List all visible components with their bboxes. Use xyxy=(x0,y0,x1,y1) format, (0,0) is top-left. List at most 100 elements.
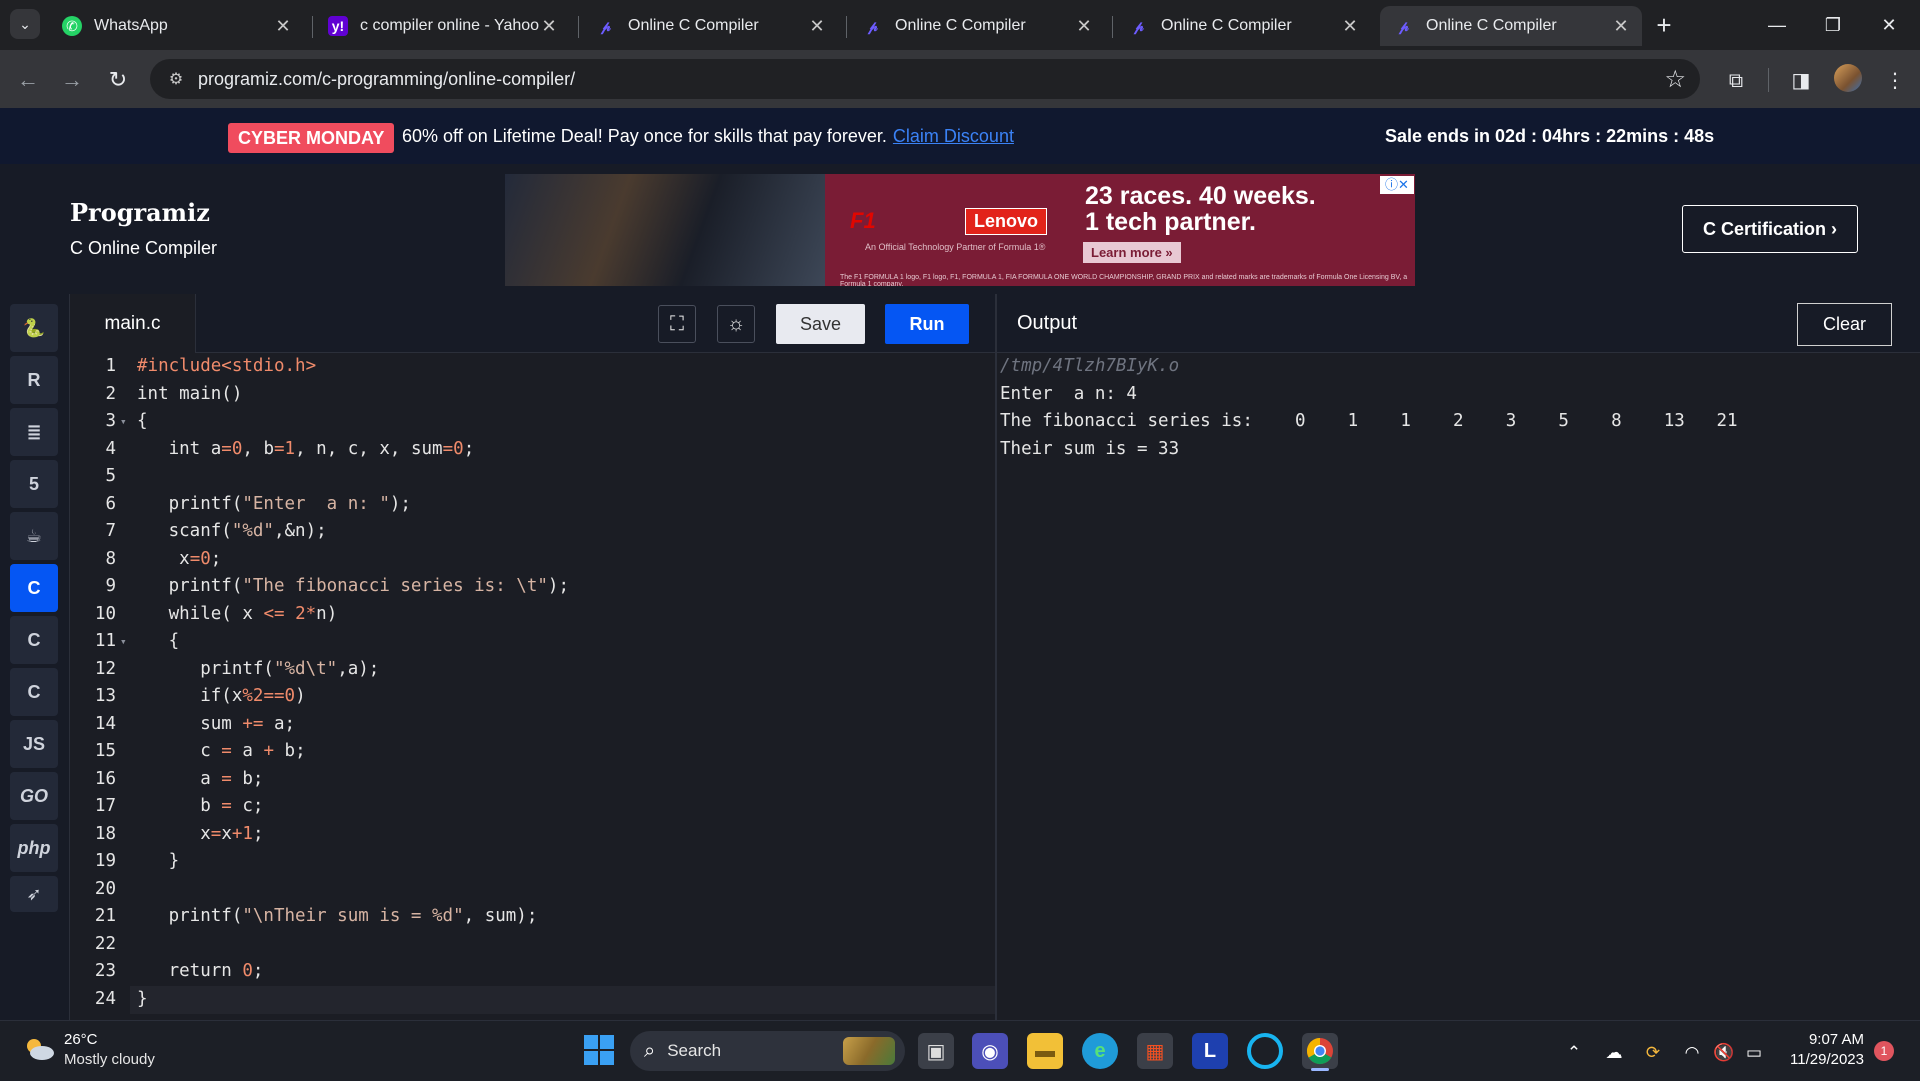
theme-toggle-sun-icon[interactable]: ☼ xyxy=(717,305,755,343)
profile-avatar[interactable] xyxy=(1834,64,1862,92)
code-line[interactable]: 12 printf("%d\t",a); xyxy=(70,656,995,684)
sync-icon[interactable]: ⟳ xyxy=(1641,1043,1665,1063)
php-icon[interactable]: php xyxy=(10,824,58,872)
l-app-icon[interactable]: L xyxy=(1192,1033,1228,1069)
tab-close-icon[interactable]: ✕ xyxy=(274,16,292,37)
notification-badge[interactable]: 1 xyxy=(1874,1041,1894,1061)
c-certification-button[interactable]: C Certification › xyxy=(1682,205,1858,253)
reload-icon[interactable]: ↻ xyxy=(102,64,134,96)
code-text[interactable]: scanf("%d",&n); xyxy=(137,518,327,546)
code-line[interactable]: 17 b = c; xyxy=(70,793,995,821)
code-line[interactable]: 24} xyxy=(70,986,995,1014)
cortana-ring-icon[interactable] xyxy=(1247,1033,1283,1069)
code-line[interactable]: 19 } xyxy=(70,848,995,876)
advertisement-banner[interactable]: F1 Lenovo An Official Technology Partner… xyxy=(505,174,1415,286)
onedrive-cloud-icon[interactable]: ☁ xyxy=(1602,1043,1626,1063)
r-icon[interactable]: R xyxy=(10,356,58,404)
python-icon[interactable]: 🐍 xyxy=(10,304,58,352)
code-line[interactable]: 20 xyxy=(70,876,995,904)
window-close-icon[interactable]: ✕ xyxy=(1866,10,1912,40)
cpp-icon[interactable]: C xyxy=(10,616,58,664)
code-line[interactable]: 3 ▾ { xyxy=(70,408,995,436)
code-text[interactable]: } xyxy=(137,986,148,1014)
site-info-icon[interactable]: ⚙ xyxy=(156,69,196,89)
file-explorer-icon[interactable]: ▬ xyxy=(1027,1033,1063,1069)
csharp-icon[interactable]: C xyxy=(10,668,58,716)
clear-button[interactable]: Clear xyxy=(1797,303,1892,346)
code-line[interactable]: 15 c = a + b; xyxy=(70,738,995,766)
weather-description[interactable]: Mostly cloudy xyxy=(64,1051,155,1068)
clock-date[interactable]: 11/29/2023 xyxy=(1772,1051,1864,1068)
java-icon[interactable]: ☕ xyxy=(10,512,58,560)
weather-cloud-sun-icon[interactable] xyxy=(22,1036,56,1062)
code-text[interactable]: printf("%d\t",a); xyxy=(137,656,379,684)
code-text[interactable]: int a=0, b=1, n, c, x, sum=0; xyxy=(137,436,475,464)
code-text[interactable]: b = c; xyxy=(137,793,263,821)
tab-close-icon[interactable]: ✕ xyxy=(1341,16,1359,37)
claim-discount-link[interactable]: Claim Discount xyxy=(893,126,1014,146)
code-text[interactable]: printf("Enter a n: "); xyxy=(137,491,411,519)
task-view-icon[interactable]: ▣ xyxy=(918,1033,954,1069)
code-line[interactable]: 11 ▾ { xyxy=(70,628,995,656)
extensions-puzzle-icon[interactable]: ⧉ xyxy=(1721,66,1751,96)
code-text[interactable]: #include<stdio.h> xyxy=(137,353,316,381)
save-button[interactable]: Save xyxy=(776,304,865,344)
code-line[interactable]: 14 sum += a; xyxy=(70,711,995,739)
weather-temperature[interactable]: 26°C xyxy=(64,1031,98,1048)
tab-yahoo-search[interactable]: y! c compiler online - Yahoo S ✕ xyxy=(314,6,570,46)
code-text[interactable]: { xyxy=(137,408,148,436)
file-tab-main-c[interactable]: main.c xyxy=(70,294,196,353)
code-line[interactable]: 7 scanf("%d",&n); xyxy=(70,518,995,546)
forward-arrow-icon[interactable]: → xyxy=(56,64,88,96)
minimize-icon[interactable]: — xyxy=(1754,10,1800,40)
code-line[interactable]: 9 printf("The fibonacci series is: \t"); xyxy=(70,573,995,601)
tab-close-icon[interactable]: ✕ xyxy=(540,16,558,37)
js-icon[interactable]: JS xyxy=(10,720,58,768)
chrome-menu-icon[interactable]: ⋮ xyxy=(1880,66,1910,96)
tab-close-icon[interactable]: ✕ xyxy=(1612,16,1630,37)
new-tab-plus-icon[interactable]: + xyxy=(1650,12,1678,40)
code-line[interactable]: 21 printf("\nTheir sum is = %d", sum); xyxy=(70,903,995,931)
fold-arrow-icon[interactable]: ▾ xyxy=(120,408,127,436)
tab-online-c-compiler-active[interactable]: 𝓅 Online C Compiler ✕ xyxy=(1380,6,1642,46)
code-text[interactable]: while( x <= 2*n) xyxy=(137,601,338,629)
fold-arrow-icon[interactable]: ▾ xyxy=(120,628,127,656)
programiz-logo[interactable]: Programiz xyxy=(70,198,210,227)
tab-close-icon[interactable]: ✕ xyxy=(1075,16,1093,37)
code-text[interactable]: printf("\nTheir sum is = %d", sum); xyxy=(137,903,538,931)
address-bar[interactable]: ⚙ programiz.com/c-programming/online-com… xyxy=(150,59,1700,99)
speaker-muted-icon[interactable]: 🔇 xyxy=(1712,1043,1736,1063)
edge-browser-icon[interactable]: e xyxy=(1082,1033,1118,1069)
tab-search-chevron-icon[interactable]: ⌄ xyxy=(10,9,40,39)
tab-online-c-compiler-3[interactable]: 𝓅 Online C Compiler ✕ xyxy=(1115,6,1371,46)
restore-icon[interactable]: ❐ xyxy=(1810,10,1856,40)
code-line[interactable]: 4 int a=0, b=1, n, c, x, sum=0; xyxy=(70,436,995,464)
tab-close-icon[interactable]: ✕ xyxy=(808,16,826,37)
code-text[interactable]: c = a + b; xyxy=(137,738,305,766)
code-text[interactable]: sum += a; xyxy=(137,711,295,739)
code-line[interactable]: 23 return 0; xyxy=(70,958,995,986)
tab-whatsapp[interactable]: ✆ WhatsApp ✕ xyxy=(48,6,304,46)
database-icon[interactable]: ≣ xyxy=(10,408,58,456)
teams-chat-icon[interactable]: ◉ xyxy=(972,1033,1008,1069)
code-text[interactable]: return 0; xyxy=(137,958,264,986)
tray-overflow-chevron-icon[interactable]: ⌃ xyxy=(1564,1043,1584,1063)
chrome-icon[interactable] xyxy=(1302,1033,1338,1069)
code-text[interactable]: x=x+1; xyxy=(137,821,263,849)
code-text[interactable]: printf("The fibonacci series is: \t"); xyxy=(137,573,569,601)
code-line[interactable]: 16 a = b; xyxy=(70,766,995,794)
code-line[interactable]: 13 if(x%2==0) xyxy=(70,683,995,711)
code-text[interactable]: x=0; xyxy=(137,546,221,574)
code-line[interactable]: 10 while( x <= 2*n) xyxy=(70,601,995,629)
back-arrow-icon[interactable]: ← xyxy=(12,64,44,96)
code-line[interactable]: 1 #include<stdio.h> xyxy=(70,353,995,381)
clock-time[interactable]: 9:07 AM xyxy=(1800,1031,1864,1048)
go-icon[interactable]: GO xyxy=(10,772,58,820)
microsoft-store-icon[interactable]: ▦ xyxy=(1137,1033,1173,1069)
tab-online-c-compiler-1[interactable]: 𝓅 Online C Compiler ✕ xyxy=(582,6,838,46)
html5-icon[interactable]: 5 xyxy=(10,460,58,508)
swift-icon[interactable]: ➶ xyxy=(10,876,58,912)
ad-close-icon[interactable]: ⓘ✕ xyxy=(1380,176,1414,194)
bookmark-star-icon[interactable]: ☆ xyxy=(1664,65,1686,94)
wifi-icon[interactable]: ◠ xyxy=(1680,1043,1704,1063)
